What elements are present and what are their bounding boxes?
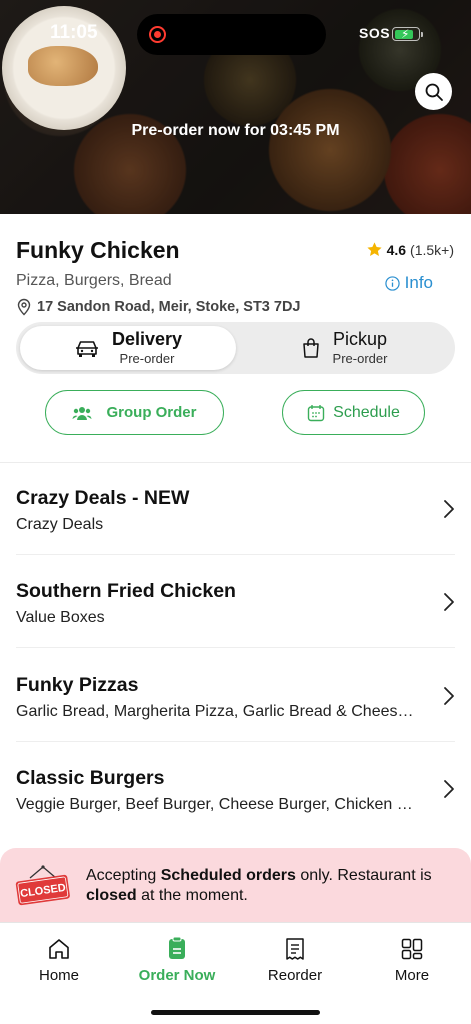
closed-notice: CLOSED Accepting Scheduled orders only. … bbox=[0, 848, 471, 928]
chevron-right-icon bbox=[444, 687, 454, 705]
row-divider bbox=[16, 554, 455, 555]
category-subtitle: Veggie Burger, Beef Burger, Cheese Burge… bbox=[16, 796, 421, 813]
dynamic-island bbox=[137, 14, 326, 55]
bottom-tab-bar: Home Order Now Reorder More bbox=[0, 922, 471, 1024]
restaurant-name: Funky Chicken bbox=[16, 237, 180, 263]
delivery-option[interactable]: Delivery Pre-order bbox=[20, 326, 236, 370]
battery-icon: ⚡ bbox=[392, 27, 423, 41]
rating-count: (1.5k+) bbox=[410, 241, 454, 258]
shopping-bag-icon bbox=[302, 338, 319, 358]
group-order-label: Group Order bbox=[106, 404, 197, 421]
category-row[interactable]: Funky Pizzas Garlic Bread, Margherita Pi… bbox=[0, 650, 471, 742]
pickup-title: Pickup bbox=[332, 328, 387, 349]
category-row[interactable]: Classic Burgers Veggie Burger, Beef Burg… bbox=[0, 743, 471, 835]
category-title: Classic Burgers bbox=[16, 767, 165, 789]
category-title: Southern Fried Chicken bbox=[16, 580, 236, 602]
cuisine-list: Pizza, Burgers, Bread bbox=[16, 272, 172, 289]
category-row[interactable]: Crazy Deals - NEW Crazy Deals bbox=[0, 463, 471, 555]
chevron-right-icon bbox=[444, 500, 454, 518]
home-icon bbox=[49, 939, 69, 959]
group-icon bbox=[72, 406, 92, 420]
sos-indicator: SOS bbox=[359, 25, 391, 41]
group-order-button[interactable]: Group Order bbox=[45, 390, 224, 435]
receipt-icon bbox=[286, 938, 304, 960]
chevron-right-icon bbox=[444, 780, 454, 798]
tab-order-now[interactable]: Order Now bbox=[118, 937, 236, 984]
order-mode-toggle: Delivery Pre-order Pickup Pre-order bbox=[16, 322, 455, 374]
calendar-icon bbox=[307, 404, 325, 421]
row-divider bbox=[16, 741, 455, 742]
tab-label: Reorder bbox=[267, 967, 323, 984]
info-link[interactable]: Info bbox=[384, 273, 433, 293]
status-time: 11:05 bbox=[50, 22, 98, 43]
search-icon bbox=[425, 83, 443, 101]
star-icon bbox=[366, 242, 382, 256]
info-label: Info bbox=[404, 273, 433, 292]
car-icon bbox=[75, 341, 98, 357]
rating: 4.6 (1.5k+) bbox=[366, 241, 454, 258]
pickup-subtitle: Pre-order bbox=[332, 350, 388, 366]
order-icon bbox=[169, 937, 185, 959]
row-divider bbox=[16, 647, 455, 648]
category-title: Funky Pizzas bbox=[16, 674, 139, 696]
chevron-right-icon bbox=[444, 593, 454, 611]
category-subtitle: Value Boxes bbox=[16, 609, 105, 626]
grid-icon bbox=[401, 938, 423, 960]
tab-label: Order Now bbox=[138, 967, 216, 984]
tab-more[interactable]: More bbox=[353, 937, 471, 984]
pickup-option[interactable]: Pickup Pre-order bbox=[236, 326, 452, 370]
address-text: 17 Sandon Road, Meir, Stoke, ST3 7DJ bbox=[37, 299, 301, 315]
category-title: Crazy Deals - NEW bbox=[16, 487, 190, 509]
schedule-button[interactable]: Schedule bbox=[282, 390, 425, 435]
schedule-label: Schedule bbox=[333, 403, 400, 421]
tab-label: More bbox=[394, 967, 430, 984]
address: 17 Sandon Road, Meir, Stoke, ST3 7DJ bbox=[16, 298, 301, 316]
location-pin-icon bbox=[17, 298, 31, 316]
rating-value: 4.6 bbox=[386, 241, 407, 258]
delivery-subtitle: Pre-order bbox=[119, 350, 175, 366]
home-indicator bbox=[151, 1010, 320, 1015]
category-row[interactable]: Southern Fried Chicken Value Boxes bbox=[0, 556, 471, 648]
closed-message: Accepting Scheduled orders only. Restaur… bbox=[86, 867, 432, 904]
closed-sign-icon: CLOSED bbox=[15, 865, 70, 906]
search-button[interactable] bbox=[415, 73, 452, 110]
preorder-banner-text: Pre-order now for 03:45 PM bbox=[131, 122, 340, 139]
recording-icon bbox=[149, 26, 166, 43]
tab-label: Home bbox=[38, 967, 79, 984]
category-subtitle: Garlic Bread, Margherita Pizza, Garlic B… bbox=[16, 703, 421, 720]
category-subtitle: Crazy Deals bbox=[16, 516, 104, 533]
tab-reorder[interactable]: Reorder bbox=[236, 937, 354, 984]
delivery-title: Delivery bbox=[111, 328, 183, 349]
info-icon bbox=[384, 275, 400, 291]
tab-home[interactable]: Home bbox=[0, 937, 118, 984]
